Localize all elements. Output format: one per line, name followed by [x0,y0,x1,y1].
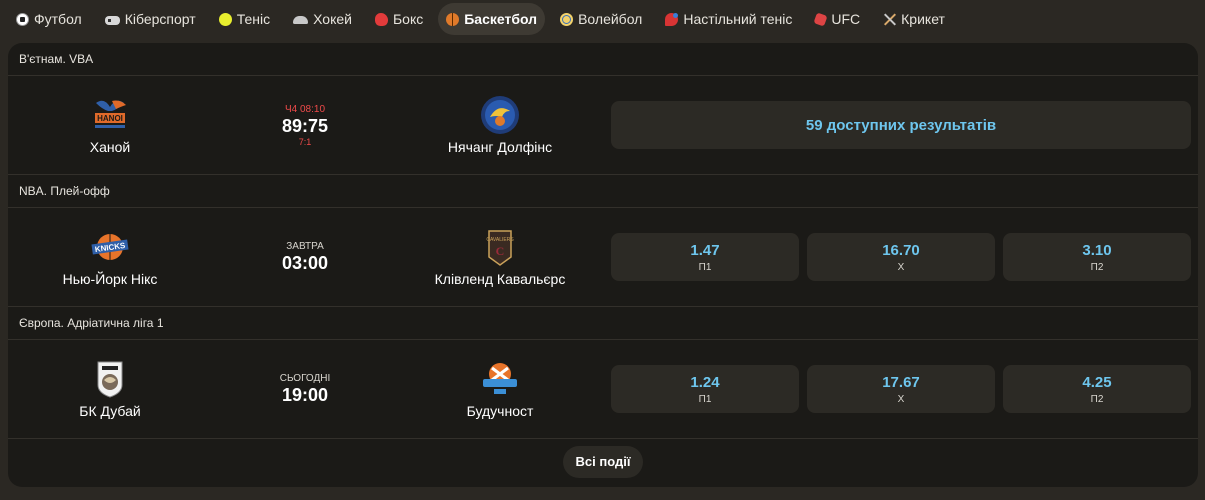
odds-button-x[interactable]: 16.70 Х [807,233,995,281]
volleyball-icon [560,12,574,26]
sport-tabs: Футбол Кіберспорт Теніс Хокей Бокс Баске… [8,3,960,35]
bc-dubai-logo-icon [90,359,130,399]
gamepad-icon [104,15,120,25]
svg-text:CAVALIERS: CAVALIERS [486,237,514,243]
home-team: KNICKS Нью-Йорк Нікс [10,208,210,306]
svg-text:HANOI: HANOI [97,114,123,123]
tab-volleyball[interactable]: Волейбол [552,3,650,35]
away-team: CAVALIERS C Клівленд Кавальєрс [400,208,600,306]
live-score: 89:75 [281,115,329,136]
tab-label: Футбол [34,11,82,27]
period-score: 7:1 [298,136,312,147]
boxing-glove-icon [374,12,388,26]
live-period: Ч4 08:10 [284,103,326,115]
odds-button-p2[interactable]: 4.25 П2 [1003,365,1191,413]
svg-text:C: C [496,244,505,258]
odds-label: Х [897,261,905,273]
hockey-helmet-icon [293,15,309,24]
tab-label: Волейбол [578,11,643,27]
events-card: В'єтнам. VBA HANOI Ханой Ч4 08:10 89:75 … [8,43,1198,487]
nha-trang-dolphins-logo-icon [480,95,520,135]
tab-esports[interactable]: Кіберспорт [97,3,204,35]
event-row[interactable]: KNICKS Нью-Йорк Нікс ЗАВТРА 03:00 CAVALI… [8,208,1198,307]
tab-label: UFC [831,11,861,27]
team-name: Будучност [466,403,534,419]
match-day: СЬОГОДНІ [279,372,331,384]
all-events-wrap: Всі події [8,446,1198,478]
odds-value: 17.67 [882,373,920,391]
hanoi-logo-icon: HANOI [90,95,130,135]
buducnost-logo-icon [480,359,520,399]
tennis-ball-icon [218,12,232,26]
odds-label: П2 [1090,393,1104,405]
match-status: Ч4 08:10 89:75 7:1 [255,76,355,174]
odds-value: 3.10 [1082,241,1112,259]
match-status: ЗАВТРА 03:00 [255,208,355,306]
odds-button-x[interactable]: 17.67 Х [807,365,995,413]
home-team: HANOI Ханой [10,76,210,174]
team-name: Ханой [89,139,131,155]
league-header: Європа. Адріатична ліга 1 [8,307,1198,340]
match-time: 03:00 [281,252,329,273]
table-tennis-icon [665,12,679,26]
odds-label: Х [897,393,905,405]
odds-value: 16.70 [882,241,920,259]
tab-label: Крикет [901,11,945,27]
league-header: В'єтнам. VBA [8,43,1198,76]
team-name: Нячанг Долфінс [447,139,553,155]
away-team: Нячанг Долфінс [400,76,600,174]
knicks-logo-icon: KNICKS [90,227,130,267]
tab-label: Настільний теніс [683,11,793,27]
odds-value: 4.25 [1082,373,1112,391]
tab-tennis[interactable]: Теніс [211,3,278,35]
available-results-button[interactable]: 59 доступних результатів [611,101,1191,149]
odds-button-p1[interactable]: 1.24 П1 [611,365,799,413]
match-day: ЗАВТРА [286,240,324,252]
league-header: NBA. Плей-офф [8,175,1198,208]
team-name: Нью-Йорк Нікс [62,271,158,287]
tab-football[interactable]: Футбол [8,3,90,35]
away-team: Будучност [400,340,600,438]
odds-label: П1 [698,393,712,405]
odds-value: 1.47 [690,241,720,259]
tab-label: Баскетбол [464,11,538,27]
tab-cricket[interactable]: Крикет [875,3,953,35]
odds-label: П2 [1090,261,1104,273]
all-events-button[interactable]: Всі події [562,446,644,478]
team-name: Клівленд Кавальєрс [434,271,566,287]
match-status: СЬОГОДНІ 19:00 [255,340,355,438]
odds-button-p2[interactable]: 3.10 П2 [1003,233,1191,281]
odds-value: 1.24 [690,373,720,391]
tab-boxing[interactable]: Бокс [367,3,431,35]
tab-label: Теніс [236,11,271,27]
ufc-glove-icon [813,11,828,27]
tab-label: Хокей [313,11,352,27]
cavaliers-logo-icon: CAVALIERS C [480,227,520,267]
tab-ufc[interactable]: UFC [807,3,868,35]
odds-button-p1[interactable]: 1.47 П1 [611,233,799,281]
tab-basketball[interactable]: Баскетбол [438,3,546,35]
tab-label: Бокс [392,11,424,27]
football-icon [16,12,29,26]
tab-label: Кіберспорт [124,11,196,27]
basketball-icon [446,12,460,26]
match-time: 19:00 [281,384,329,405]
team-name: БК Дубай [79,403,141,419]
odds-label: П1 [698,261,712,273]
event-row[interactable]: HANOI Ханой Ч4 08:10 89:75 7:1 Нячанг До… [8,76,1198,175]
tab-table-tennis[interactable]: Настільний теніс [657,3,800,35]
event-row[interactable]: БК Дубай СЬОГОДНІ 19:00 Будучност 1.24 П… [8,340,1198,439]
cricket-bats-icon [883,13,896,26]
home-team: БК Дубай [10,340,210,438]
tab-hockey[interactable]: Хокей [285,3,360,35]
